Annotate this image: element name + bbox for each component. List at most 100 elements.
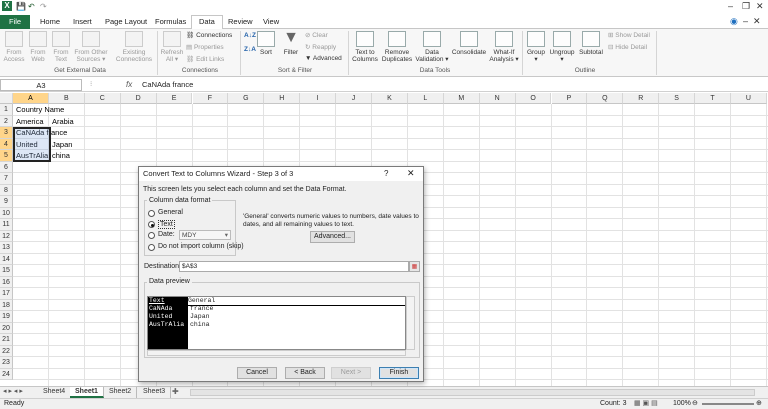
destination-input[interactable]: $A$3 [179,261,409,272]
sheet-tab[interactable]: Sheet2 [104,387,138,398]
data-preview-pane[interactable]: Text General CaNAda United AusTrAlia fra… [147,296,406,350]
tab-insert[interactable]: Insert [66,16,99,29]
cell-b4[interactable]: Japan [52,139,72,150]
group-button[interactable]: Group ▾ [525,31,547,63]
radio-date[interactable] [148,232,155,239]
row-header-18[interactable]: 18 [0,299,13,311]
help-button[interactable]: ? [384,169,388,178]
column-header-g[interactable]: G [228,93,265,104]
ungroup-button[interactable]: Ungroup ▾ [548,31,576,63]
column-header-m[interactable]: M [443,93,480,104]
row-header-2[interactable]: 2 [0,115,13,127]
undo-icon[interactable]: ↶ [28,2,35,11]
row-header-7[interactable]: 7 [0,173,13,185]
sheet-nav-icon[interactable]: ◂ ▸ ◂ ▸ [3,387,23,395]
row-header-12[interactable]: 12 [0,230,13,242]
tab-review[interactable]: Review [221,16,260,29]
row-header-8[interactable]: 8 [0,184,13,196]
tab-file[interactable]: File [0,15,31,29]
column-header-n[interactable]: N [479,93,516,104]
row-header-14[interactable]: 14 [0,253,13,265]
column-header-s[interactable]: S [659,93,696,104]
sort-az-icon[interactable]: A↓Z [244,32,256,39]
column-header-d[interactable]: D [120,93,157,104]
column-header-b[interactable]: B [48,93,85,104]
data-validation-button[interactable]: Data Validation ▾ [415,31,449,63]
row-header-1[interactable]: 1 [0,104,13,116]
tab-data[interactable]: Data [191,15,223,30]
date-format-select[interactable]: MDY ▾ [179,230,231,240]
row-header-9[interactable]: 9 [0,196,13,208]
what-if-analysis-button[interactable]: What-If Analysis ▾ [488,31,520,63]
row-header-4[interactable]: 4 [0,138,13,150]
horizontal-scrollbar[interactable] [190,389,755,396]
sort-za-icon[interactable]: Z↓A [244,46,256,53]
column-header-q[interactable]: Q [587,93,624,104]
zoom-out-icon[interactable]: ⊖ [692,399,698,409]
back-button[interactable]: < Back [285,367,325,379]
edit-links-button[interactable]: ⛓ Edit Links [186,55,224,63]
next-button[interactable]: Next > [331,367,371,379]
sort-button[interactable]: Sort [256,31,276,56]
remove-duplicates-button[interactable]: Remove Duplicates [380,31,414,63]
preview-vertical-scrollbar[interactable] [406,296,415,350]
tab-formulas[interactable]: Formulas [148,16,193,29]
redo-icon[interactable]: ↷ [40,2,47,11]
radio-general[interactable] [148,210,155,217]
from-text-button[interactable]: From Text [50,31,72,63]
properties-button[interactable]: ▤ Properties [186,43,224,51]
minimize-ribbon-icon[interactable]: – [743,16,748,26]
connections-button[interactable]: ⛓ Connections [186,31,232,39]
column-header-p[interactable]: P [551,93,588,104]
column-header-h[interactable]: H [264,93,301,104]
tab-home[interactable]: Home [33,16,67,29]
sheet-tab-active[interactable]: Sheet1 [70,387,104,398]
sheet-tab[interactable]: Sheet3 [138,387,172,398]
text-to-columns-button[interactable]: Text to Columns [352,31,378,63]
row-header-15[interactable]: 15 [0,265,13,277]
existing-connections-button[interactable]: Existing Connections [114,31,154,63]
consolidate-button[interactable]: Consolidate [450,31,488,56]
cell-a1[interactable]: Country Name [16,104,64,115]
name-box[interactable]: A3 [0,79,82,91]
help-icon[interactable]: ◉ [730,16,738,27]
column-header-a[interactable]: A [13,93,49,104]
advanced-filter-button[interactable]: ▼ Advanced [305,55,342,62]
preview-horizontal-scrollbar[interactable] [147,350,406,356]
zoom-in-icon[interactable]: ⊕ [756,399,762,409]
cell-b5[interactable]: china [52,150,70,161]
finish-button[interactable]: Finish [379,367,419,379]
cancel-button[interactable]: Cancel [237,367,277,379]
refresh-all-button[interactable]: Refresh All ▾ [160,31,184,63]
column-header-u[interactable]: U [731,93,767,104]
column-header-e[interactable]: E [156,93,193,104]
sheet-tab[interactable]: Sheet4 [38,387,72,398]
tab-view[interactable]: View [256,16,286,29]
formula-input[interactable]: CaNAda france [142,80,193,89]
row-header-20[interactable]: 20 [0,322,13,334]
zoom-level[interactable]: 100% [673,399,691,409]
dialog-close-button[interactable]: ✕ [407,168,415,179]
row-header-23[interactable]: 23 [0,357,13,369]
insert-sheet-icon[interactable]: ✚ [172,387,179,396]
row-header-10[interactable]: 10 [0,207,13,219]
row-header-24[interactable]: 24 [0,368,13,380]
row-header-19[interactable]: 19 [0,311,13,323]
advanced-button[interactable]: Advanced... [310,231,355,243]
zoom-slider[interactable] [702,403,754,405]
radio-skip[interactable] [148,244,155,251]
column-header-t[interactable]: T [695,93,731,104]
column-header-i[interactable]: I [300,93,337,104]
view-buttons-icon[interactable]: ▦ ▣ ▤ [634,399,658,409]
from-other-sources-button[interactable]: From Other Sources ▾ [73,31,109,63]
minimize-icon[interactable]: – [728,1,733,11]
column-header-j[interactable]: J [336,93,372,104]
column-header-r[interactable]: R [623,93,660,104]
subtotal-button[interactable]: Subtotal [577,31,605,56]
select-all-corner[interactable] [0,93,13,104]
show-detail-button[interactable]: ⊞ Show Detail [608,31,650,39]
range-picker-icon[interactable]: ▦ [409,261,420,272]
row-header-22[interactable]: 22 [0,345,13,357]
column-header-f[interactable]: F [192,93,229,104]
fx-icon[interactable]: fx [126,80,132,89]
